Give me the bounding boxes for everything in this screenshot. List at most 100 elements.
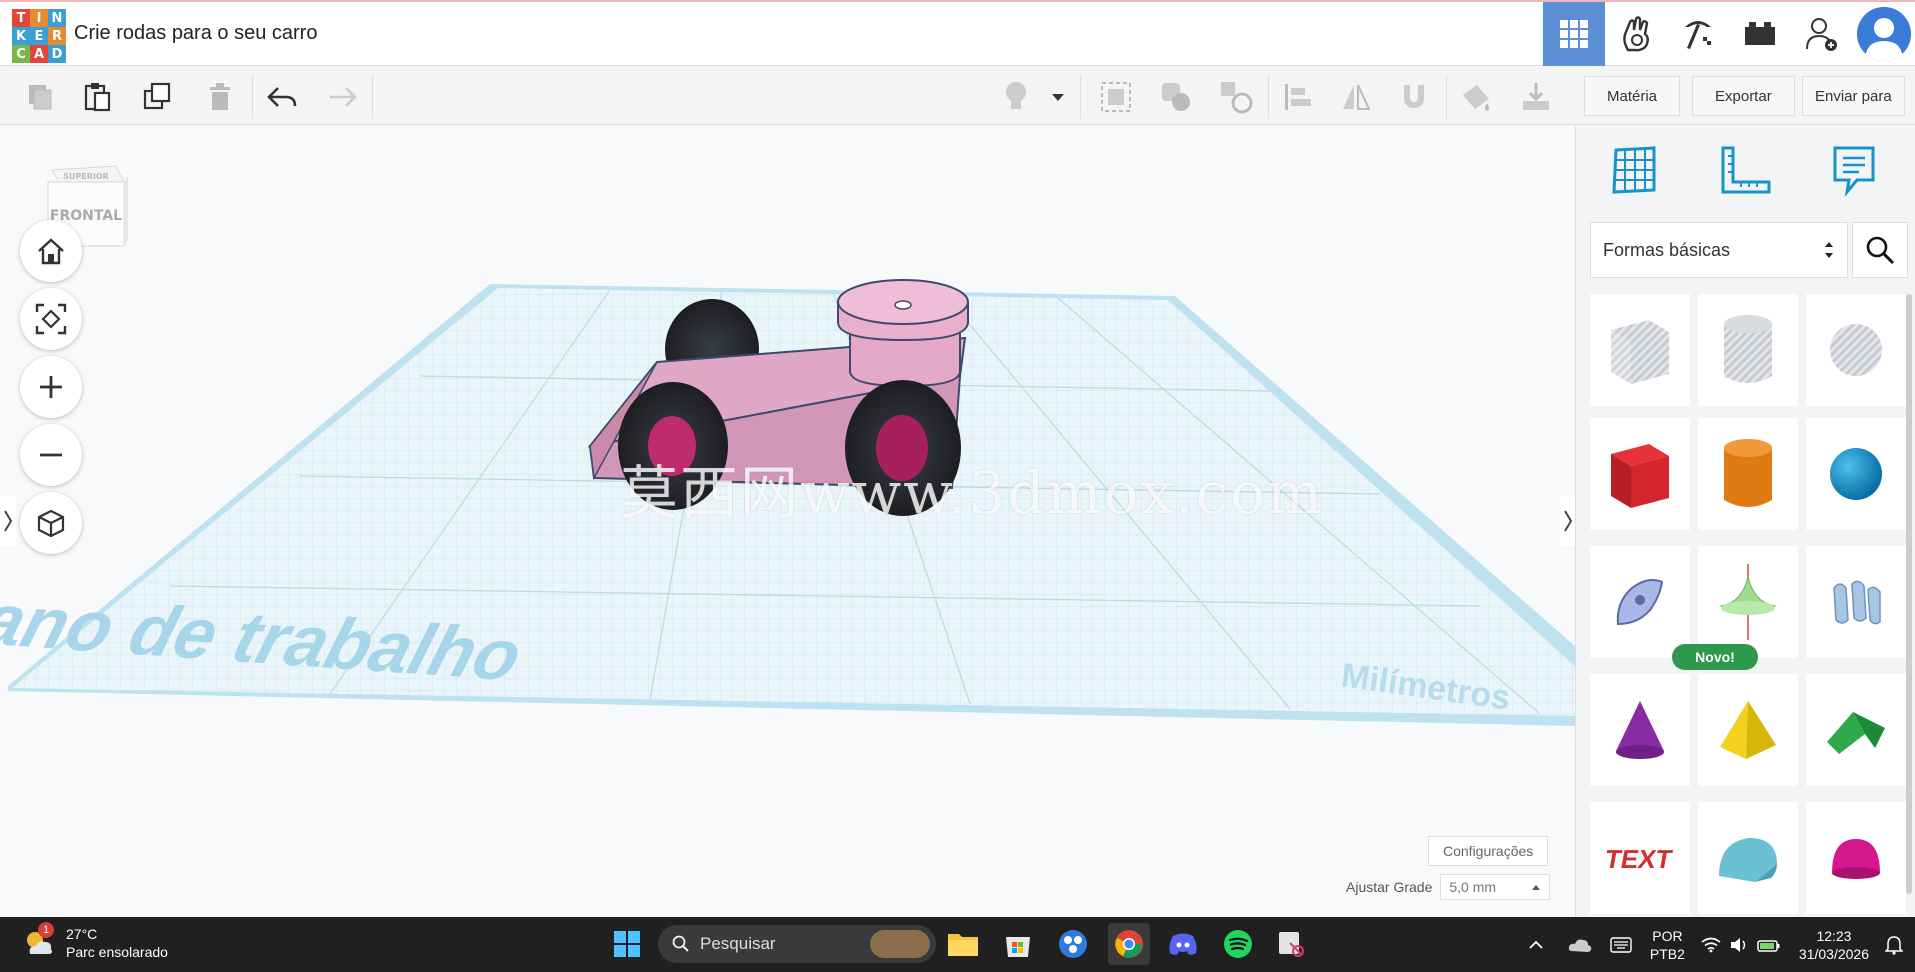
mirror-icon[interactable] — [1338, 79, 1374, 115]
weather-description: Parc ensolarado — [66, 944, 168, 960]
cruise-icon[interactable] — [1218, 79, 1254, 115]
notes-tool-icon[interactable] — [1826, 142, 1882, 198]
snap-grid-select[interactable]: 5,0 mm — [1440, 874, 1551, 900]
shape-box-hole[interactable] — [1590, 294, 1690, 406]
keyboard-icon[interactable] — [1610, 936, 1632, 953]
trash-icon[interactable] — [202, 79, 238, 115]
logo-letter: D — [48, 45, 66, 63]
shapes-panel: Formas básicas Novo! TEXT — [1575, 126, 1915, 917]
windows-start-icon[interactable] — [606, 923, 648, 965]
magnet-icon[interactable] — [1396, 79, 1432, 115]
project-title[interactable]: Crie rodas para o seu carro — [74, 22, 317, 45]
ruler-tool-icon[interactable] — [1718, 142, 1774, 198]
shape-sphere-hole[interactable] — [1806, 294, 1906, 406]
clock[interactable]: 12:23 31/03/2026 — [1799, 927, 1869, 963]
taskbar-search-input[interactable]: Pesquisar — [658, 925, 936, 963]
file-explorer-icon[interactable] — [942, 923, 984, 965]
chevron-right-icon — [1564, 510, 1573, 532]
pickaxe-icon[interactable] — [1667, 2, 1729, 66]
panel-scrollbar[interactable] — [1906, 294, 1912, 894]
home-view-button[interactable] — [20, 220, 82, 282]
right-panel-toggle[interactable] — [1560, 496, 1575, 546]
workplane-tool-icon[interactable] — [1606, 142, 1662, 198]
grid-view-icon[interactable] — [1543, 2, 1605, 66]
search-icon — [672, 935, 689, 952]
shape-cylinder[interactable] — [1698, 418, 1798, 530]
language-bottom: PTB2 — [1649, 945, 1685, 962]
tinker-hand-icon[interactable] — [1605, 2, 1667, 66]
shape-category-select[interactable]: Formas básicas — [1590, 222, 1848, 278]
shape-category-value: Formas básicas — [1603, 239, 1731, 260]
header-actions — [1543, 2, 1915, 66]
perspective-button[interactable] — [20, 492, 82, 554]
snipping-tool-icon[interactable] — [1270, 923, 1312, 965]
user-avatar[interactable] — [1857, 7, 1911, 61]
language-indicator[interactable]: POR PTB2 — [1650, 927, 1685, 963]
paint-bucket-icon[interactable] — [1458, 79, 1494, 115]
ungroup-icon[interactable] — [1158, 79, 1194, 115]
invite-user-icon[interactable] — [1791, 2, 1853, 66]
shape-search-button[interactable] — [1852, 222, 1908, 278]
shape-cone[interactable] — [1590, 674, 1690, 786]
app-header: T I N K E R C A D Crie rodas para o seu … — [0, 0, 1915, 66]
light-bulb-icon[interactable] — [998, 79, 1034, 115]
shape-cylinder-hole[interactable] — [1698, 294, 1798, 406]
group-icon[interactable] — [1098, 79, 1134, 115]
watermark-text: 莫西网www.3dmox.com — [620, 459, 1324, 527]
shape-paraboloid[interactable] — [1806, 802, 1906, 914]
logo-letter: R — [48, 27, 66, 45]
weather-widget[interactable]: 1 27°C Parc ensolarado — [24, 922, 168, 961]
caret-up-icon — [1532, 885, 1541, 890]
logo-letter: N — [48, 9, 66, 27]
copy-icon[interactable] — [22, 79, 58, 115]
svg-text:TEXT: TEXT — [1605, 844, 1674, 874]
align-icon[interactable] — [1280, 79, 1316, 115]
bricks-icon[interactable] — [1729, 2, 1791, 66]
shape-roof[interactable] — [1806, 674, 1906, 786]
chevron-up-icon[interactable] — [1528, 940, 1544, 950]
volume-icon[interactable] — [1729, 937, 1749, 953]
shape-wavy-text[interactable] — [1806, 546, 1906, 658]
shape-new[interactable] — [1698, 546, 1798, 658]
undo-icon[interactable] — [264, 79, 300, 115]
shape-pyramid[interactable] — [1698, 674, 1798, 786]
shape-text[interactable]: TEXT — [1590, 802, 1690, 914]
onedrive-icon[interactable] — [1568, 935, 1592, 955]
cap-hole — [894, 300, 912, 310]
logo-letter: A — [30, 45, 48, 63]
settings-button[interactable]: Configurações — [1428, 836, 1549, 866]
shape-scribble[interactable] — [1590, 546, 1690, 658]
shape-box[interactable] — [1590, 418, 1690, 530]
notification-bell-icon[interactable] — [1885, 935, 1903, 955]
view-cube-top-label: SUPERIOR — [63, 172, 109, 181]
chrome-icon[interactable] — [1108, 923, 1150, 965]
microsoft-store-icon[interactable] — [997, 923, 1039, 965]
wifi-icon[interactable] — [1701, 937, 1721, 953]
enviar-para-button[interactable]: Enviar para — [1802, 76, 1905, 116]
paste-icon[interactable] — [80, 79, 116, 115]
zoom-in-button[interactable] — [20, 356, 82, 418]
duplicate-icon[interactable] — [140, 79, 176, 115]
left-panel-toggle[interactable] — [0, 496, 16, 546]
language-top: POR — [1652, 927, 1683, 944]
redo-icon[interactable] — [324, 79, 360, 115]
materia-button[interactable]: Matéria — [1584, 76, 1681, 116]
tinkercad-logo[interactable]: T I N K E R C A D — [12, 9, 66, 63]
system-tray: POR PTB2 12:23 31/03/2026 — [1528, 917, 1903, 972]
import-icon[interactable] — [1518, 79, 1554, 115]
shape-sphere[interactable] — [1806, 418, 1906, 530]
chevron-down-icon[interactable] — [1048, 79, 1068, 115]
spotify-icon[interactable] — [1217, 923, 1259, 965]
fit-view-button[interactable] — [20, 288, 82, 350]
logo-letter: K — [12, 27, 30, 45]
shape-half-cylinder[interactable] — [1698, 802, 1798, 914]
app-circles-icon[interactable] — [1052, 923, 1094, 965]
search-icon — [1866, 236, 1895, 265]
temperature: 27°C — [66, 926, 98, 942]
exportar-button[interactable]: Exportar — [1692, 76, 1795, 116]
3d-workspace[interactable]: Plano de trabalho Milímetros 莫西网www.3dmo… — [0, 126, 1575, 917]
discord-icon[interactable] — [1162, 923, 1204, 965]
select-arrows-icon — [1825, 242, 1833, 258]
battery-icon[interactable] — [1757, 937, 1781, 953]
zoom-out-button[interactable] — [20, 424, 82, 486]
